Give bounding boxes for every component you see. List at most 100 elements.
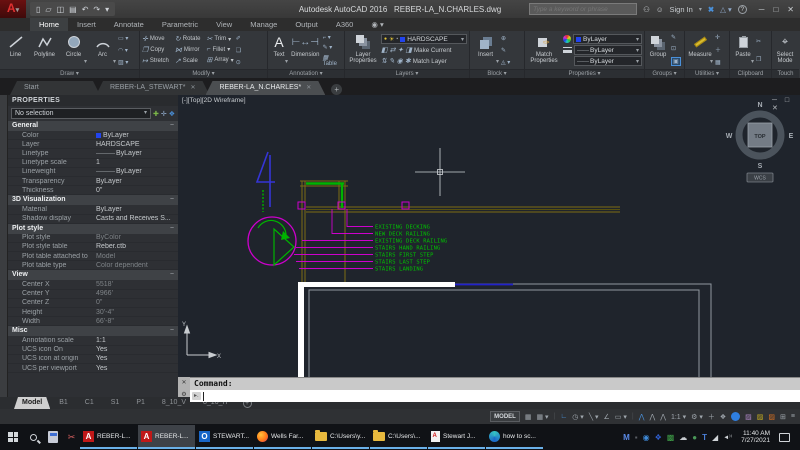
taskbar-clock[interactable]: 11:40 AM 7/27/2021 <box>741 430 770 445</box>
tab-annotate[interactable]: Annotate <box>105 18 153 31</box>
lineweight-dropdown[interactable]: —— ByLayer ▾ <box>574 45 642 55</box>
prop-row-material[interactable]: Material ByLayer <box>8 205 178 215</box>
drawing-canvas[interactable]: EXISTING DECKING NEW DECK RAILING EXISTI… <box>178 95 800 377</box>
new-icon[interactable]: ▯ <box>36 5 40 14</box>
layer-dropdown[interactable]: ● ☀ ▪ HARDSCAPE ▾ <box>381 34 467 44</box>
offset-icon[interactable]: ⊙ <box>236 59 241 66</box>
quick-select-palette-icon[interactable]: ❖ <box>169 110 175 118</box>
section-misc[interactable]: Misc − <box>8 326 178 337</box>
snipping-tool-icon[interactable]: ✂ <box>63 432 80 443</box>
layout-tab-8-10-v[interactable]: 8_10_V <box>154 397 194 409</box>
ortho-icon[interactable]: ∟ <box>560 413 567 420</box>
layer-unisolate-icon[interactable]: ⇄ <box>390 46 396 54</box>
fullscreen-icon[interactable]: ⊞ <box>780 413 786 421</box>
layer-walk-icon[interactable]: ✎ <box>389 57 395 65</box>
layer-freeze2-icon[interactable]: ✦ <box>398 46 404 54</box>
prop-row-thickness[interactable]: Thickness 0" <box>8 186 178 196</box>
layer-properties-tool[interactable]: Layer Properties <box>347 32 379 68</box>
layer-delete-icon[interactable]: ✱ <box>405 57 411 65</box>
move-tool[interactable]: ✛ Move <box>142 35 169 43</box>
collapse-icon[interactable]: − <box>170 121 174 131</box>
polar-tracking-icon[interactable]: ◷ ▾ <box>572 413 584 421</box>
insert-tool[interactable]: Insert ▾ <box>472 32 499 68</box>
palette-grab-bar[interactable] <box>0 95 8 397</box>
prop-row-lineweight[interactable]: Lineweight ——— ByLayer <box>8 168 178 177</box>
paste-tool[interactable]: Paste ▾ <box>732 32 754 68</box>
panel-label-block[interactable]: Block ▾ <box>470 69 524 78</box>
mirror-tool[interactable]: ⋈ Mirror <box>175 46 201 54</box>
edit-block-icon[interactable]: ✎ <box>501 47 510 54</box>
object-snap-icon[interactable]: ▭ ▾ <box>615 413 627 421</box>
action-center-icon[interactable] <box>779 432 790 442</box>
isodraft-icon[interactable]: ╲ ▾ <box>589 413 599 421</box>
section-plot-style[interactable]: Plot style − <box>8 223 178 234</box>
fillet-tool[interactable]: ⌐ Fillet ▾ <box>206 46 233 53</box>
qat-dropdown-icon[interactable]: ▾ <box>105 5 109 14</box>
prop-row-center-z[interactable]: Center Z 0" <box>8 299 178 308</box>
panel-label-annotation[interactable]: Annotation ▾ <box>268 69 344 78</box>
taskbar-app-outlook[interactable]: O STEWART... <box>196 425 253 449</box>
minimize-button[interactable]: ─ <box>759 5 765 14</box>
hatch-icon[interactable]: ▨ ▾ <box>118 59 128 66</box>
network-icon[interactable]: ◢ <box>712 433 718 442</box>
open-icon[interactable]: ▱ <box>45 5 51 14</box>
taskbar-app-edge[interactable]: how to sc... <box>486 425 543 449</box>
clean-screen-icon[interactable]: ▨ <box>757 413 764 421</box>
ellipse-icon[interactable]: ◠ ▾ <box>118 47 128 54</box>
close-tab-icon[interactable]: ✕ <box>306 85 311 91</box>
prop-row-color[interactable]: Color ByLayer <box>8 131 178 141</box>
search-input[interactable] <box>529 3 638 15</box>
customization-menu-icon[interactable]: ≡ <box>791 413 795 420</box>
group-edit-icon[interactable]: ⊡ <box>671 45 681 52</box>
help-icon[interactable]: ? <box>737 4 747 14</box>
layer-lock-icon[interactable]: ▪ <box>396 36 398 42</box>
panel-label-touch[interactable]: Touch <box>772 69 799 78</box>
taskbar-app-folder1[interactable]: C:\Users\y... <box>312 425 369 449</box>
prop-row-shadow-display[interactable]: Shadow display Casts and Receives S... <box>8 215 178 224</box>
grid-icon[interactable]: ▦ <box>525 413 532 421</box>
calculator-app-icon[interactable] <box>48 431 58 443</box>
tab-manage[interactable]: Manage <box>241 18 286 31</box>
panel-label-utilities[interactable]: Utilities ▾ <box>685 69 729 78</box>
annotation-scale-icon[interactable]: ⋀ <box>660 413 666 421</box>
prop-row-plot-table-type[interactable]: Plot table type Color dependent <box>8 261 178 271</box>
match-properties-tool[interactable]: ✑ Match Properties <box>527 32 561 68</box>
prop-row-center-y[interactable]: Center Y 4966' <box>8 290 178 299</box>
prop-row-width[interactable]: Width 66'-8" <box>8 317 178 327</box>
measure-tool[interactable]: Measure ▾ <box>687 32 713 68</box>
rectangle-icon[interactable]: ▭ ▾ <box>118 35 128 42</box>
maximize-button[interactable]: □ <box>773 5 778 14</box>
arc-tool[interactable]: Arc ▾ <box>89 32 116 68</box>
scale-tool[interactable]: ↗ Scale <box>175 57 201 65</box>
prop-row-ucs-icon-on[interactable]: UCS icon On Yes <box>8 346 178 355</box>
layer-on-icon[interactable]: ● <box>384 36 387 42</box>
layer-off-icon[interactable]: ◨ <box>405 46 412 54</box>
collapse-icon[interactable]: − <box>170 195 174 205</box>
erase-icon[interactable]: ✐ <box>236 35 241 42</box>
ungroup-icon[interactable]: ✎ <box>671 34 681 41</box>
panel-label-modify[interactable]: Modify ▾ <box>140 69 267 78</box>
tray-app-icon[interactable]: ▪ <box>635 433 638 442</box>
tray-photos-icon[interactable]: ▩ <box>667 433 675 442</box>
quick-calc-icon[interactable]: ＋ <box>715 45 721 54</box>
isolate-objects-icon[interactable]: ▨ <box>745 413 752 421</box>
undo-icon[interactable]: ↶ <box>82 5 89 14</box>
annotation-monitor-icon[interactable]: ＋ <box>708 412 715 422</box>
object-color-dropdown[interactable]: ByLayer ▾ <box>573 34 642 44</box>
ribbon-display-icon[interactable]: ◉ ▾ <box>362 18 392 31</box>
start-button[interactable] <box>8 432 18 442</box>
explode-icon[interactable]: ❏ <box>236 47 241 54</box>
line-tool[interactable]: Line <box>2 32 29 68</box>
taskbar-app-firefox[interactable]: Wells Far... <box>254 425 311 449</box>
polyline-tool[interactable]: Polyline <box>31 32 58 68</box>
hardware-acceleration-icon[interactable] <box>731 412 741 421</box>
toggle-pickadd-icon[interactable]: ✚ <box>153 110 159 118</box>
layer-merge-icon[interactable]: ◉ <box>397 57 403 65</box>
text-tool[interactable]: A Text ▾ <box>270 32 288 68</box>
tab-home[interactable]: Home <box>30 18 69 31</box>
file-tab-start[interactable]: Start <box>10 81 100 95</box>
tray-m-icon[interactable]: M <box>623 433 630 442</box>
copy-tool[interactable]: ❐ Copy <box>142 46 169 54</box>
make-current-button[interactable]: Make Current <box>414 47 451 54</box>
table-tool[interactable]: ▦ Table <box>323 54 342 67</box>
